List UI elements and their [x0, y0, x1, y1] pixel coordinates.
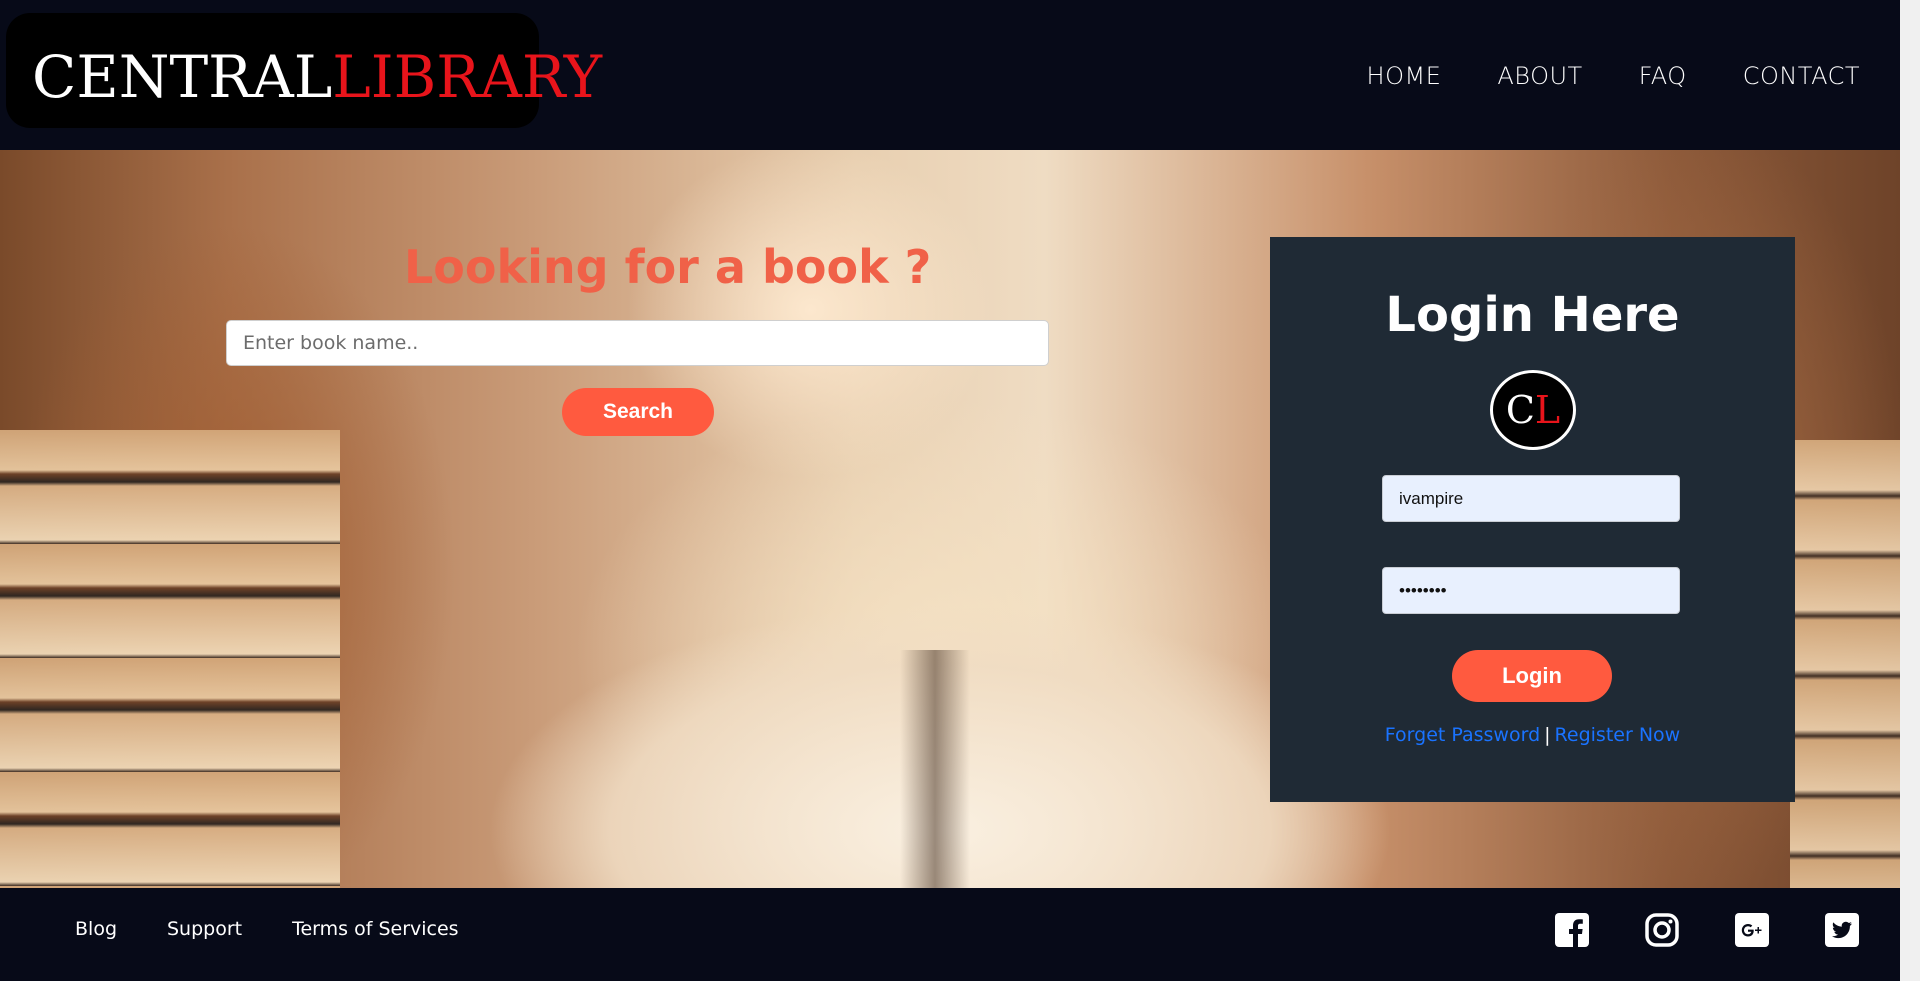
search-input[interactable] — [226, 320, 1049, 366]
nav-contact[interactable]: CONTACT — [1743, 62, 1860, 90]
login-links: Forget Password | Register Now — [1270, 724, 1795, 746]
search-button[interactable]: Search — [562, 388, 714, 436]
scrollbar[interactable] — [1900, 0, 1920, 981]
site-footer: Blog Support Terms of Services — [0, 888, 1900, 981]
main-nav: HOME ABOUT FAQ CONTACT — [1367, 62, 1860, 90]
search-title: Looking for a book ? — [404, 240, 932, 294]
footer-link-support[interactable]: Support — [167, 918, 242, 940]
logo-library: LIBRARY — [332, 43, 603, 111]
page: CENTRALLIBRARY HOME ABOUT FAQ CONTACT Lo… — [0, 0, 1900, 981]
logo[interactable]: CENTRALLIBRARY — [6, 13, 602, 128]
google-plus-icon[interactable] — [1734, 912, 1770, 948]
username-field[interactable] — [1382, 475, 1680, 522]
background-book-spine — [900, 650, 970, 888]
twitter-icon[interactable] — [1824, 912, 1860, 948]
logo-text: CENTRALLIBRARY — [32, 43, 602, 111]
login-title: Login Here — [1385, 287, 1680, 343]
social-links — [1554, 912, 1860, 948]
nav-faq[interactable]: FAQ — [1639, 62, 1687, 90]
background-books-left — [0, 430, 340, 888]
avatar-letter-c: C — [1505, 388, 1535, 432]
nav-about[interactable]: ABOUT — [1497, 62, 1582, 90]
footer-link-blog[interactable]: Blog — [75, 918, 117, 940]
site-header: CENTRALLIBRARY HOME ABOUT FAQ CONTACT — [0, 0, 1900, 150]
instagram-icon[interactable] — [1644, 912, 1680, 948]
logo-central: CENTRAL — [32, 43, 333, 111]
forget-password-link[interactable]: Forget Password — [1385, 724, 1540, 746]
login-panel: Login Here CL Login Forget Password|Regi… — [1270, 237, 1795, 802]
facebook-icon[interactable] — [1554, 912, 1590, 948]
avatar: CL — [1490, 370, 1576, 450]
footer-links: Blog Support Terms of Services — [75, 918, 459, 940]
password-field[interactable] — [1382, 567, 1680, 614]
register-now-link[interactable]: Register Now — [1555, 724, 1681, 746]
avatar-letter-l: L — [1534, 388, 1561, 432]
background-books-right — [1790, 440, 1900, 888]
login-button[interactable]: Login — [1452, 650, 1612, 702]
link-separator: | — [1544, 724, 1551, 746]
hero-section: Looking for a book ? Search Login Here C… — [0, 150, 1900, 888]
nav-home[interactable]: HOME — [1367, 62, 1442, 90]
footer-link-terms[interactable]: Terms of Services — [292, 918, 458, 940]
